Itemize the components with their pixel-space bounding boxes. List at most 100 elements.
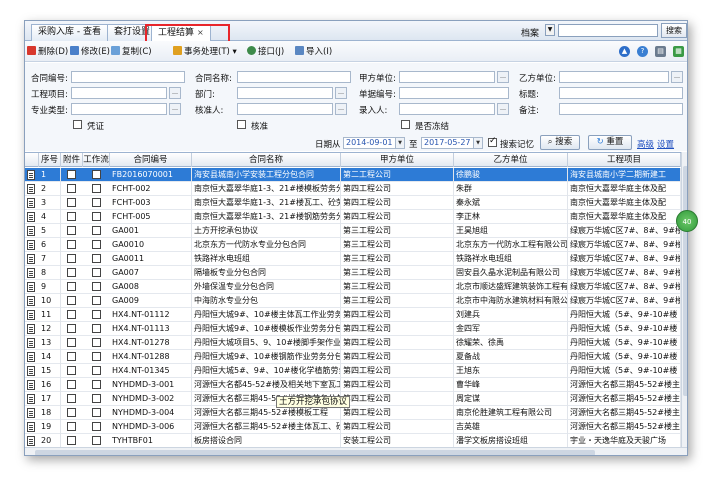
document-icon[interactable] (27, 324, 35, 334)
advanced-link[interactable]: 高级 (637, 138, 654, 150)
document-icon[interactable] (27, 408, 35, 418)
doc-no-input[interactable] (399, 87, 509, 99)
document-icon[interactable] (27, 254, 35, 264)
document-icon[interactable] (27, 198, 35, 208)
document-icon[interactable] (27, 436, 35, 446)
table-row[interactable]: 13 HX4.NT-01278 丹阳恒大城项目5、9、10#楼脚手架作业 第四工程公司… (25, 336, 681, 350)
archive-search-input[interactable] (558, 24, 658, 37)
document-icon[interactable] (27, 212, 35, 222)
attachment-checkbox[interactable] (67, 408, 76, 417)
attachment-checkbox[interactable] (67, 366, 76, 375)
table-row[interactable]: 8 GA007 隔墙板专业分包合同 第三工程公司 固安县久晶水泥制品有限公司 绿宸万华城C… (25, 266, 681, 280)
document-icon[interactable] (27, 422, 35, 432)
table-row[interactable]: 9 GA008 外墙保温专业分包合同 第三工程公司 北京市顺达盛辉建筑装饰工程有限 绿宸万… (25, 280, 681, 294)
header-contract-name[interactable]: 合同名称 (192, 153, 341, 167)
table-row[interactable]: 3 FCHT-003 南京恒大嘉翠华庭1-3、21#楼瓦工、砼劳务 第四工程公司 秦永斌… (25, 196, 681, 210)
header-workflow[interactable]: 工作流 (83, 153, 110, 167)
workflow-checkbox[interactable] (92, 408, 101, 417)
document-icon[interactable] (27, 226, 35, 236)
attachment-checkbox[interactable] (67, 296, 76, 305)
attachment-checkbox[interactable] (67, 184, 76, 193)
table-row[interactable]: 19 NYHDMD-3-006河源恒大名都三期45-52#楼主体瓦工、砼劳务第四工… (25, 420, 681, 434)
auditor-picker-button[interactable]: … (335, 103, 347, 115)
attachment-checkbox[interactable] (67, 198, 76, 207)
help-icon[interactable]: ? (637, 46, 648, 57)
approved-checkbox[interactable] (237, 120, 246, 129)
workflow-checkbox[interactable] (92, 254, 101, 263)
attachment-checkbox[interactable] (67, 212, 76, 221)
attachment-checkbox[interactable] (67, 436, 76, 445)
specialty-picker-button[interactable]: … (169, 103, 181, 115)
tab-purchase-inbound[interactable]: 采购入库 - 查看 (31, 24, 108, 41)
attachment-checkbox[interactable] (67, 380, 76, 389)
date-from-input[interactable]: 2014-09-01 ▼ (343, 137, 405, 149)
workflow-checkbox[interactable] (92, 310, 101, 319)
workflow-checkbox[interactable] (92, 352, 101, 361)
settings-link[interactable]: 设置 (657, 138, 674, 150)
table-row[interactable]: 1 FB2016070001 海安县城南小学安装工程分包合同 第二工程公司 徐鹏骏 海安县… (25, 168, 681, 182)
interface-button[interactable]: 接口(J) (247, 45, 284, 59)
workflow-checkbox[interactable] (92, 436, 101, 445)
document-icon[interactable] (27, 184, 35, 194)
date-to-input[interactable]: 2017-05-27 ▼ (421, 137, 483, 149)
attachment-checkbox[interactable] (67, 394, 76, 403)
date-to-dropdown-icon[interactable]: ▼ (473, 138, 482, 148)
workflow-checkbox[interactable] (92, 226, 101, 235)
party-b-picker-button[interactable]: … (671, 71, 683, 83)
workflow-checkbox[interactable] (92, 282, 101, 291)
document-icon[interactable] (27, 268, 35, 278)
attachment-checkbox[interactable] (67, 282, 76, 291)
table-row[interactable]: 12 HX4.NT-01113 丹阳恒大城9#、10#楼模板作业劳务分包 第四工程公司… (25, 322, 681, 336)
attachment-checkbox[interactable] (67, 310, 76, 319)
table-row[interactable]: 10 GA009 中海防水专业分包 第三工程公司 北京市中海防水建筑材料有限公司 绿宸万华… (25, 294, 681, 308)
up-icon[interactable]: ▲ (619, 46, 630, 57)
contract-name-input[interactable] (237, 71, 351, 83)
workflow-checkbox[interactable] (92, 422, 101, 431)
attachment-checkbox[interactable] (67, 324, 76, 333)
header-project[interactable]: 工程项目 (568, 153, 681, 167)
workflow-checkbox[interactable] (92, 170, 101, 179)
workflow-checkbox[interactable] (92, 184, 101, 193)
workflow-checkbox[interactable] (92, 212, 101, 221)
header-contract-no[interactable]: 合同编号 (110, 153, 192, 167)
workflow-checkbox[interactable] (92, 296, 101, 305)
table-row[interactable]: 11 HX4.NT-01112丹阳恒大城9#、10#楼主体瓦工作业劳务分包第四工程… (25, 308, 681, 322)
remark-input[interactable] (559, 103, 683, 115)
entry-person-input[interactable] (399, 103, 495, 115)
horizontal-scrollbar[interactable] (25, 447, 687, 455)
export-icon[interactable]: ▦ (673, 46, 684, 57)
table-row[interactable]: 6 GA0010 北京东方一代防水专业分包合同 第三工程公司 北京东方一代防水工程有限公… (25, 238, 681, 252)
department-input[interactable] (237, 87, 333, 99)
party-a-picker-button[interactable]: … (497, 71, 509, 83)
document-icon[interactable] (27, 366, 35, 376)
attachment-checkbox[interactable] (67, 338, 76, 347)
title-input[interactable] (559, 87, 683, 99)
archive-dropdown-icon[interactable]: ▼ (545, 24, 555, 36)
print-icon[interactable]: ▤ (655, 46, 666, 57)
attachment-checkbox[interactable] (67, 352, 76, 361)
table-row[interactable]: 14 HX4.NT-01288 丹阳恒大城9#、10#楼钢筋作业劳务分包 第四工程公司… (25, 350, 681, 364)
header-party-b[interactable]: 乙方单位 (454, 153, 568, 167)
document-icon[interactable] (27, 380, 35, 390)
document-icon[interactable] (27, 170, 35, 180)
horizontal-scroll-thumb[interactable] (35, 450, 595, 455)
search-button[interactable]: ⌕ 搜索 (540, 135, 580, 150)
table-row[interactable]: 18 NYHDMD-3-004 河源恒大名都三期45-52#楼模板工程 第四工程公司南… (25, 406, 681, 420)
table-row[interactable]: 16 NYHDMD-3-001 河源恒大名都45-52#楼及相关地下室瓦工劳 第四工程… (25, 378, 681, 392)
document-icon[interactable] (27, 240, 35, 250)
document-icon[interactable] (27, 338, 35, 348)
edit-button[interactable]: 修改(E) (70, 45, 110, 59)
document-icon[interactable] (27, 352, 35, 362)
table-row[interactable]: 20 TYHTBF01 板房搭设合同 安装工程公司 潘学文板房搭设班组 宇业・天逸华庭及天… (25, 434, 681, 447)
import-button[interactable]: 导入(I) (295, 45, 332, 59)
attachment-checkbox[interactable] (67, 170, 76, 179)
copy-button[interactable]: 复制(C) (111, 45, 152, 59)
attachment-checkbox[interactable] (67, 240, 76, 249)
workflow-checkbox[interactable] (92, 268, 101, 277)
document-icon[interactable] (27, 282, 35, 292)
delete-button[interactable]: 删除(D) (27, 45, 68, 59)
table-row[interactable]: 4 FCHT-005 南京恒大嘉翠华庭1-3、21#楼钢筋劳务分包 第四工程公司 李正林… (25, 210, 681, 224)
reset-button[interactable]: ↻ 重置 (588, 135, 632, 150)
table-row[interactable]: 15 HX4.NT-01345丹阳恒大城5#、9#、10#楼化学植筋劳务分包第四工… (25, 364, 681, 378)
workflow-checkbox[interactable] (92, 394, 101, 403)
